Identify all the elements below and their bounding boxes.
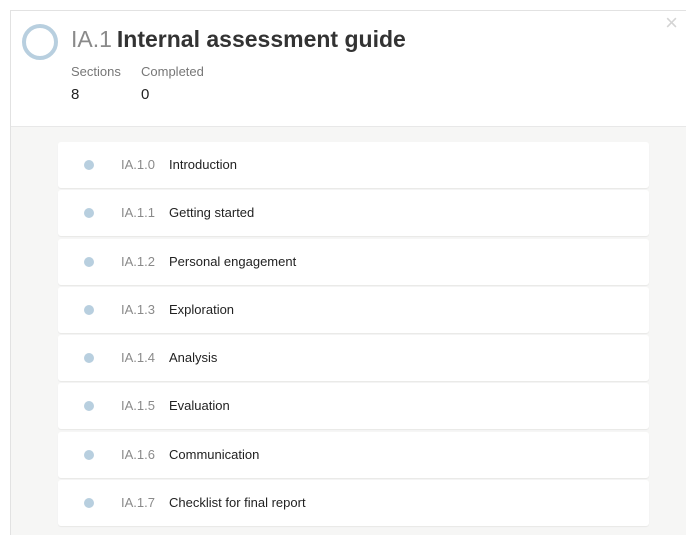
- completed-stat: Completed 0: [141, 64, 204, 104]
- status-dot-icon: [84, 353, 94, 364]
- assessment-panel: IA.1 Internal assessment guide × Sections…: [10, 10, 686, 535]
- section-label: Evaluation: [169, 398, 230, 414]
- title-name: Internal assessment guide: [116, 26, 406, 52]
- panel-header: IA.1 Internal assessment guide × Sections…: [11, 11, 686, 127]
- section-number: IA.1.6: [121, 446, 155, 462]
- section-number: IA.1.1: [121, 205, 155, 221]
- section-label: Introduction: [169, 157, 237, 172]
- status-dot-icon: [84, 160, 94, 170]
- section-row-communication[interactable]: IA.1.6 Communication: [58, 431, 649, 478]
- section-label: Analysis: [169, 350, 218, 366]
- status-dot-icon: [84, 401, 94, 412]
- section-label: Checklist for final report: [169, 495, 306, 511]
- section-number: IA.1.4: [121, 350, 155, 366]
- section-row-personal-engagement[interactable]: IA.1.2 Personal engagement: [58, 238, 649, 285]
- status-dot-icon: [84, 498, 94, 509]
- status-dot-icon: [84, 208, 94, 219]
- progress-ring-icon: [22, 24, 58, 60]
- section-label: Communication: [169, 446, 260, 462]
- sections-label: Sections: [71, 64, 121, 79]
- section-number: IA.1.7: [121, 495, 155, 511]
- section-row-exploration[interactable]: IA.1.3 Exploration: [58, 286, 649, 333]
- section-label: Getting started: [169, 205, 255, 221]
- status-dot-icon: [84, 304, 94, 315]
- completed-label: Completed: [141, 64, 204, 79]
- section-row-evaluation[interactable]: IA.1.5 Evaluation: [58, 383, 649, 430]
- completed-count: 0: [141, 86, 150, 103]
- section-row-getting-started[interactable]: IA.1.1 Getting started: [58, 190, 649, 237]
- sections-count: 8: [71, 86, 80, 103]
- page-title: IA.1 Internal assessment guide: [71, 25, 406, 53]
- status-dot-icon: [84, 256, 94, 267]
- section-number: IA.1.2: [121, 253, 155, 269]
- section-number: IA.1.0: [121, 157, 155, 172]
- section-row-analysis[interactable]: IA.1.4 Analysis: [58, 335, 649, 382]
- sections-stat: Sections 8: [71, 64, 121, 104]
- section-label: Personal engagement: [169, 253, 297, 269]
- section-list: IA.1.0 Introduction IA.1.1 Getting start…: [58, 142, 649, 528]
- section-row-checklist[interactable]: IA.1.7 Checklist for final report: [58, 480, 649, 527]
- section-row-introduction[interactable]: IA.1.0 Introduction: [58, 142, 649, 188]
- title-code: IA.1: [71, 26, 112, 52]
- section-label: Exploration: [169, 301, 235, 317]
- section-number: IA.1.3: [121, 301, 155, 317]
- section-number: IA.1.5: [121, 398, 155, 414]
- close-icon[interactable]: ×: [665, 12, 678, 34]
- status-dot-icon: [84, 449, 94, 460]
